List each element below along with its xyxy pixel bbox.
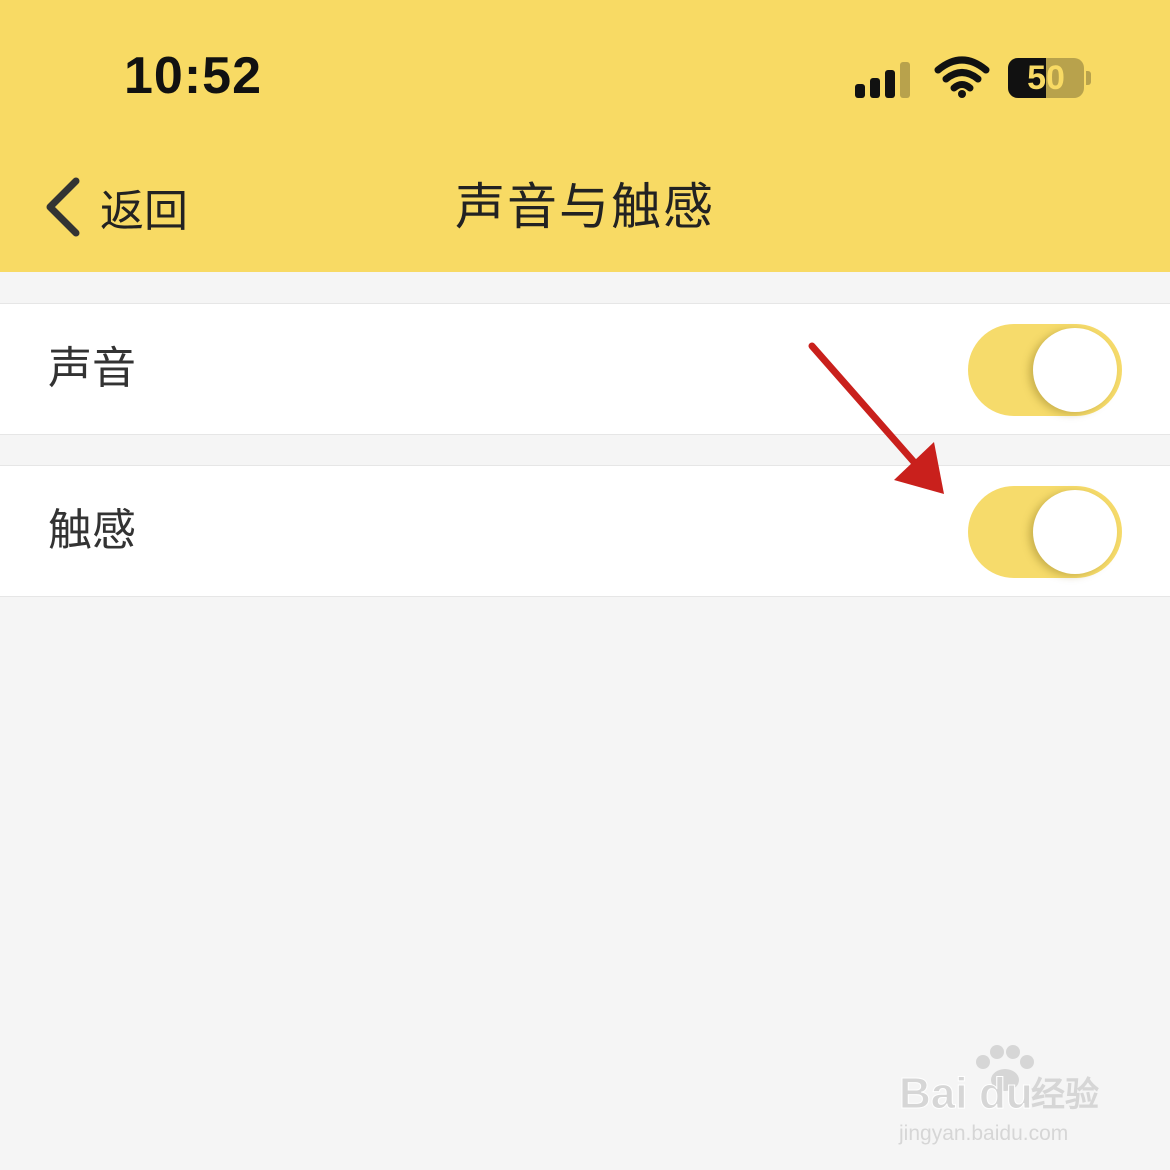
setting-row-haptics: 触感: [0, 465, 1170, 597]
header-bar: 10:52 50 返回 声音与触感: [0, 0, 1170, 272]
haptics-toggle[interactable]: [968, 486, 1122, 578]
battery-level: 50: [1027, 59, 1065, 97]
toggle-knob: [1033, 490, 1117, 574]
wifi-icon: [934, 56, 990, 98]
chevron-left-icon: [46, 177, 80, 237]
setting-label-sound: 声音: [48, 343, 136, 394]
setting-label-haptics: 触感: [48, 505, 136, 556]
svg-text:Bai: Bai: [899, 1069, 967, 1118]
svg-text:经验: 经验: [1031, 1075, 1099, 1115]
status-time: 10:52: [124, 47, 262, 105]
back-label: 返回: [100, 186, 188, 237]
setting-row-sound: 声音: [0, 303, 1170, 435]
back-button[interactable]: 返回: [40, 170, 188, 244]
baidu-jingyan-watermark: Bai du 经验 jingyan.baidu.com: [898, 1045, 1099, 1145]
toggle-knob: [1033, 328, 1117, 412]
battery-icon: 50: [1008, 58, 1084, 98]
signal-strength-icon: [855, 58, 915, 98]
svg-text:jingyan.baidu.com: jingyan.baidu.com: [898, 1122, 1068, 1145]
battery-tip: [1086, 71, 1091, 85]
sound-toggle[interactable]: [968, 324, 1122, 416]
svg-text:du: du: [979, 1069, 1033, 1118]
